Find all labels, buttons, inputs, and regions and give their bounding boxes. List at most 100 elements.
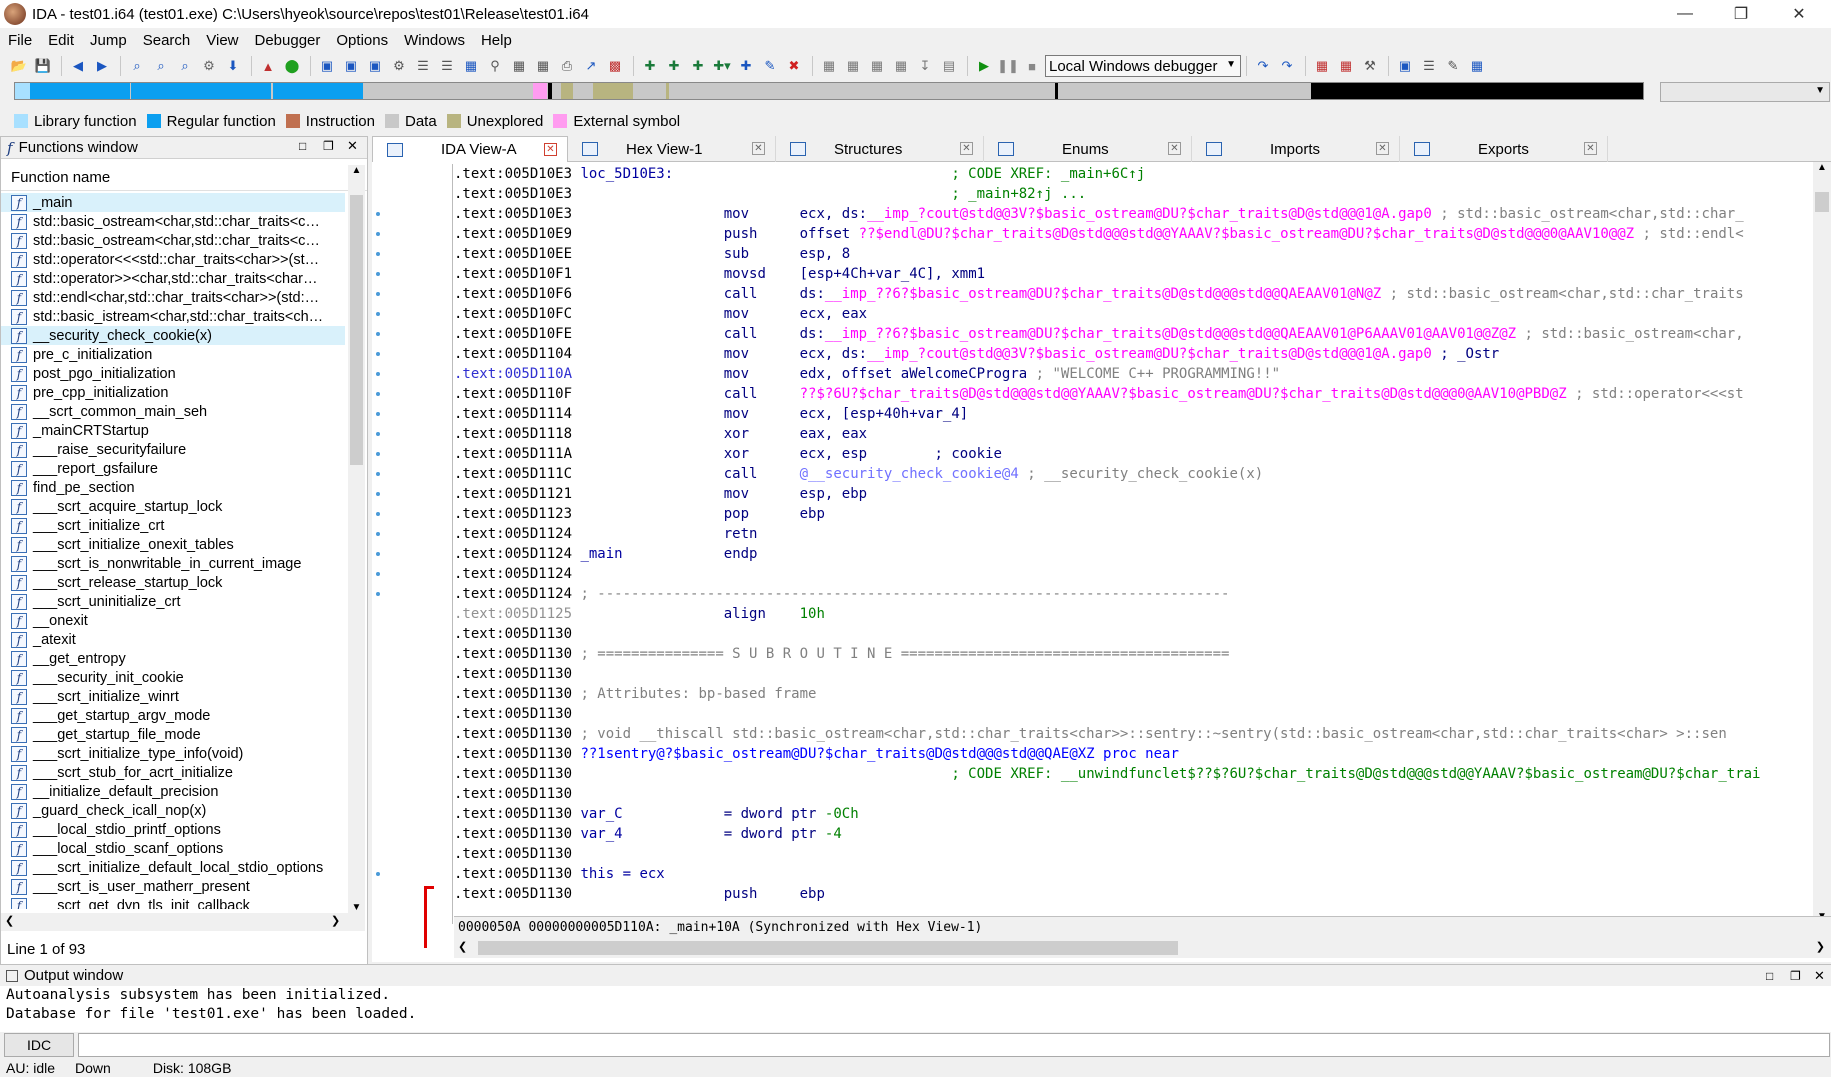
scroll-up-icon[interactable]: ▲	[1813, 162, 1831, 173]
disasm-line[interactable]: .text:005D1130	[454, 704, 1808, 724]
function-list-item[interactable]: f __initialize_default_precision	[1, 782, 345, 801]
disasm-line[interactable]: .text:005D1124	[454, 564, 1808, 584]
menu-file[interactable]: File	[0, 32, 40, 49]
op-icon-6[interactable]: ▤	[938, 56, 960, 76]
idc-language-button[interactable]: IDC	[4, 1033, 74, 1057]
add-icon-1[interactable]: ✚	[639, 56, 661, 76]
function-list-item[interactable]: f std::operator<<<std::char_traits<char>>…	[1, 250, 345, 269]
function-list-item[interactable]: f find_pe_section	[1, 478, 345, 497]
disassembly-view[interactable]: .text:005D10E3 loc_5D10E3: ; CODE XREF: …	[372, 162, 1831, 962]
pause-icon[interactable]: ❚❚	[997, 56, 1019, 76]
panel-restore-icon[interactable]: ❐	[1790, 969, 1801, 983]
menu-edit[interactable]: Edit	[40, 32, 82, 49]
scroll-right-icon[interactable]: ❯	[1816, 940, 1825, 953]
function-list-item[interactable]: f ___local_stdio_scanf_options	[1, 839, 345, 858]
disasm-line[interactable]: .text:005D1130 ; =============== S U B R…	[454, 644, 1808, 664]
function-list-item[interactable]: f __get_entropy	[1, 649, 345, 668]
list-icon[interactable]: ☰	[412, 56, 434, 76]
tab-enums[interactable]: Enums ✕	[984, 136, 1192, 162]
op-icon-1[interactable]: ▦	[818, 56, 840, 76]
function-list-item[interactable]: f ___local_stdio_printf_options	[1, 820, 345, 839]
disassembly-listing[interactable]: .text:005D10E3 loc_5D10E3: ; CODE XREF: …	[454, 164, 1808, 918]
function-list-item[interactable]: f ___scrt_initialize_default_local_stdio_…	[1, 858, 345, 877]
panel-icon-3[interactable]: ✎	[1442, 56, 1464, 76]
function-list-item[interactable]: f std::basic_ostream<char,std::char_trait…	[1, 231, 345, 250]
close-window-button[interactable]: ✕	[1776, 2, 1822, 26]
disasm-line[interactable]: .text:005D10FE call ds:__imp_??6?$basic_…	[454, 324, 1808, 344]
structure-icon[interactable]: ▦	[460, 56, 482, 76]
scroll-up-icon[interactable]: ▲	[348, 165, 365, 176]
function-list-item[interactable]: f ___scrt_initialize_winrt	[1, 687, 345, 706]
open-folder-icon[interactable]: 📂	[8, 56, 30, 76]
function-list-item[interactable]: f ___get_startup_argv_mode	[1, 706, 345, 725]
disasm-line[interactable]: .text:005D1121 mov esp, ebp	[454, 484, 1808, 504]
close-tab-icon[interactable]: ✕	[544, 143, 557, 156]
disasm-line[interactable]: .text:005D10E9 push offset ??$endl@DU?$c…	[454, 224, 1808, 244]
scroll-thumb[interactable]	[1815, 192, 1829, 212]
function-list-item[interactable]: f std::operator>><char,std::char_traits<c…	[1, 269, 345, 288]
op-icon-2[interactable]: ▦	[842, 56, 864, 76]
save-icon[interactable]: 💾	[32, 56, 54, 76]
export-icon[interactable]: ↗	[580, 56, 602, 76]
function-list-item[interactable]: f pre_cpp_initialization	[1, 383, 345, 402]
disasm-line[interactable]: .text:005D10E3 mov ecx, ds:__imp_?cout@s…	[454, 204, 1808, 224]
search-text-icon[interactable]: ⌕	[150, 56, 172, 76]
function-list-item[interactable]: f pre_c_initialization	[1, 345, 345, 364]
close-tab-icon[interactable]: ✕	[960, 142, 973, 155]
edit-icon[interactable]: ✎	[759, 56, 781, 76]
disasm-line[interactable]: .text:005D10E3 loc_5D10E3: ; CODE XREF: …	[454, 164, 1808, 184]
function-list-item[interactable]: f ___get_startup_file_mode	[1, 725, 345, 744]
tab-imports[interactable]: Imports ✕	[1192, 136, 1400, 162]
disasm-line[interactable]: .text:005D1130 ; Attributes: bp-based fr…	[454, 684, 1808, 704]
disasm-line[interactable]: .text:005D110F call ??$?6U?$char_traits@…	[454, 384, 1808, 404]
disasm-line[interactable]: .text:005D10E3 ; _main+82↑j ...	[454, 184, 1808, 204]
function-list-item[interactable]: f ___scrt_is_user_matherr_present	[1, 877, 345, 896]
disasm-line[interactable]: .text:005D1123 pop ebp	[454, 504, 1808, 524]
back-arrow-icon[interactable]: ◀	[67, 56, 89, 76]
disasm-line[interactable]: .text:005D1130 var_C = dword ptr -0Ch	[454, 804, 1808, 824]
menu-options[interactable]: Options	[328, 32, 396, 49]
disasm-line[interactable]: .text:005D111C call @__security_check_co…	[454, 464, 1808, 484]
close-tab-icon[interactable]: ✕	[1376, 142, 1389, 155]
disasm-line[interactable]: .text:005D1124 ; -----------------------…	[454, 584, 1808, 604]
menu-view[interactable]: View	[198, 32, 246, 49]
close-tab-icon[interactable]: ✕	[1168, 142, 1181, 155]
disasm-line[interactable]: .text:005D1104 mov ecx, ds:__imp_?cout@s…	[454, 344, 1808, 364]
function-list-item[interactable]: f _main	[1, 193, 345, 212]
graph-icon[interactable]: ▲	[257, 56, 279, 76]
tab-exports[interactable]: Exports ✕	[1400, 136, 1608, 162]
disasm-line[interactable]: .text:005D10F6 call ds:__imp_??6?$basic_…	[454, 284, 1808, 304]
thread-icon[interactable]: ▦	[1335, 56, 1357, 76]
scroll-left-icon[interactable]: ❮	[458, 940, 467, 953]
down-arrow-icon[interactable]: ⬇	[222, 56, 244, 76]
menu-search[interactable]: Search	[135, 32, 199, 49]
delete-icon[interactable]: ✖	[783, 56, 805, 76]
panel-close-icon[interactable]: ✕	[347, 138, 358, 154]
menu-debugger[interactable]: Debugger	[247, 32, 329, 49]
panel-close-icon[interactable]: ✕	[1814, 968, 1825, 984]
function-list-item[interactable]: f ___scrt_acquire_startup_lock	[1, 497, 345, 516]
print-icon[interactable]: ⎙	[556, 56, 578, 76]
tools-icon[interactable]: ⚒	[1359, 56, 1381, 76]
search-binary-icon[interactable]: ⌕	[174, 56, 196, 76]
scroll-thumb[interactable]	[478, 941, 1178, 955]
function-list-item[interactable]: f ___scrt_uninitialize_crt	[1, 592, 345, 611]
disassembly-hscrollbar[interactable]: ❮ ❯	[454, 938, 1831, 958]
scroll-left-icon[interactable]: ❮	[5, 914, 14, 927]
disasm-line[interactable]: .text:005D10EE sub esp, 8	[454, 244, 1808, 264]
disasm-line[interactable]: .text:005D111A xor ecx, esp ; cookie	[454, 444, 1808, 464]
function-list-item[interactable]: f _guard_check_icall_nop(x)	[1, 801, 345, 820]
function-list-item[interactable]: f ___scrt_initialize_onexit_tables	[1, 535, 345, 554]
grid-icon[interactable]: ▦	[508, 56, 530, 76]
disasm-line[interactable]: .text:005D1130 ; CODE XREF: __unwindfunc…	[454, 764, 1808, 784]
hex-icon[interactable]: ▦	[532, 56, 554, 76]
close-tab-icon[interactable]: ✕	[752, 142, 765, 155]
disasm-line[interactable]: .text:005D10FC mov ecx, eax	[454, 304, 1808, 324]
tab-structures[interactable]: Structures ✕	[776, 136, 984, 162]
tab-hex-view[interactable]: Hex View-1 ✕	[568, 136, 776, 162]
function-list-item[interactable]: f std::endl<char,std::char_traits<char>>(…	[1, 288, 345, 307]
function-list-item[interactable]: f post_pgo_initialization	[1, 364, 345, 383]
panel-float-icon[interactable]: □	[299, 139, 306, 153]
binoculars-icon[interactable]: ⌕	[126, 56, 148, 76]
list-icon-2[interactable]: ☰	[436, 56, 458, 76]
